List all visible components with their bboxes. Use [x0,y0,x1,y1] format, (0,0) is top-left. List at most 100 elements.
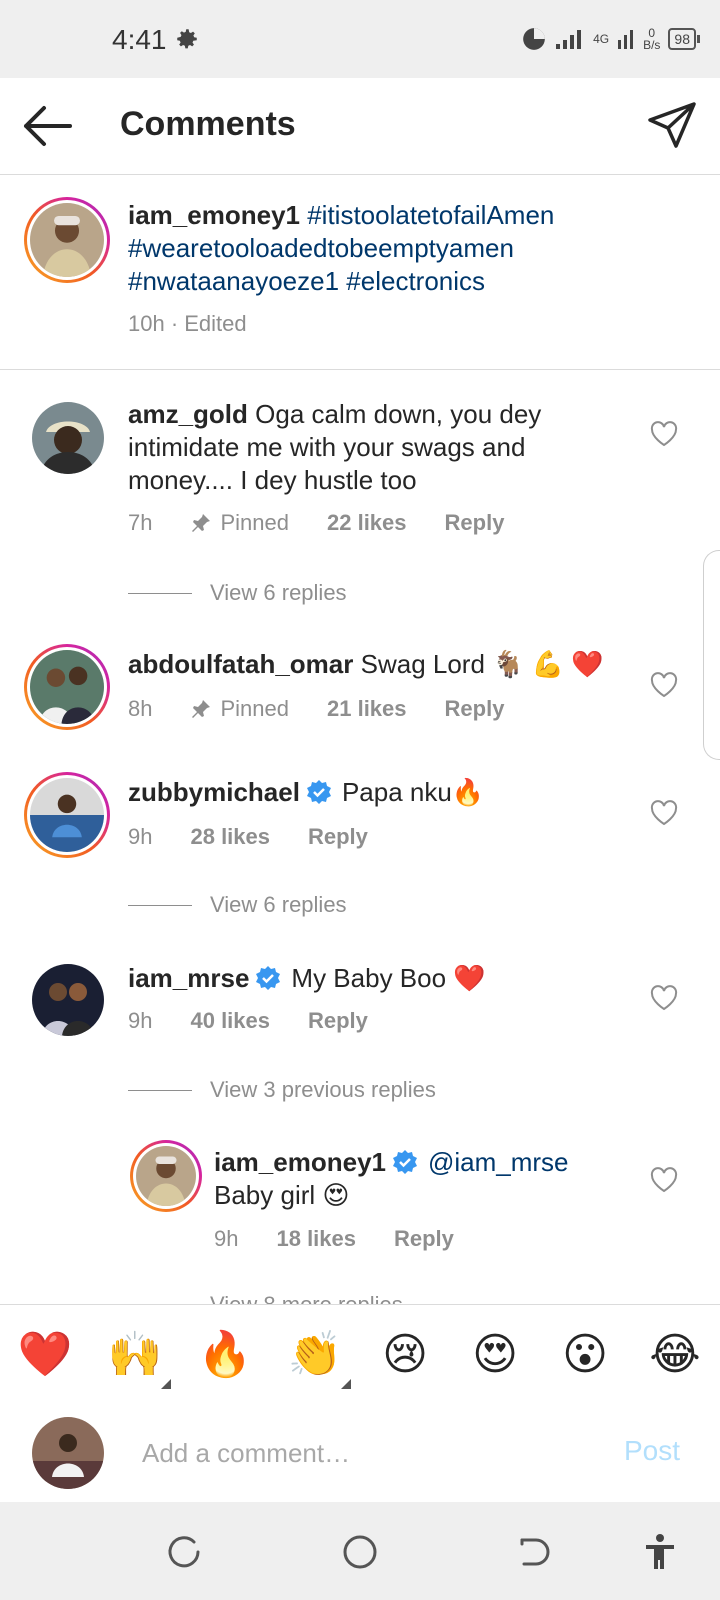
avatar-image [30,650,104,724]
gear-icon [177,29,197,49]
reply-username[interactable]: iam_emoney1 [214,1147,386,1177]
net-speed: 0 B/s [643,26,661,52]
pin-icon [192,514,211,532]
arrow-left-icon[interactable] [20,102,72,150]
comment-text: iam_mrse My Baby Boo ❤️ [128,962,608,995]
comment-composer: Post [0,1401,720,1501]
heart-outline-icon[interactable] [650,1167,678,1193]
divider-line [128,1089,192,1091]
recent-apps-icon[interactable] [164,1532,204,1572]
hashtag[interactable]: #itistoolatetofailAmen [307,200,554,230]
comment-username[interactable]: amz_gold [128,399,248,429]
comment-avatar[interactable] [24,644,110,730]
avatar-image [30,778,104,852]
emoji-button-raised-hands[interactable]: 🙌 [107,1327,171,1389]
current-user-avatar [32,1417,104,1489]
reply-button[interactable]: Reply [308,824,368,850]
reply-button[interactable]: Reply [308,1008,368,1034]
caption-username[interactable]: iam_emoney1 [128,200,300,230]
pin-icon [192,700,211,718]
post-button[interactable]: Post [624,1435,680,1467]
heart-outline-icon[interactable] [650,985,678,1011]
accessibility-icon[interactable] [640,1532,680,1572]
heart-outline-icon[interactable] [650,800,678,826]
verified-badge-icon [256,966,281,990]
view-replies-button[interactable]: View 6 replies [128,580,347,606]
comment-username[interactable]: zubbymichael [128,777,300,807]
comment-time: 8h [128,696,153,721]
skin-tone-indicator [161,1379,171,1389]
status-time: 4:41 [112,24,167,55]
emoji-button-surprised[interactable]: 😮 [557,1327,613,1383]
hashtag[interactable]: #electronics [346,266,485,296]
comment-time: 7h [128,510,153,535]
comment-meta: 9h 28 likes Reply [128,824,406,850]
view-replies-button[interactable]: View 6 replies [128,892,347,918]
view-previous-replies-button[interactable]: View 3 previous replies [128,1077,436,1103]
skin-tone-indicator [341,1379,351,1389]
reply-time: 9h [214,1226,239,1251]
caption-text: iam_emoney1 #itistoolatetofailAmen #wear… [128,199,688,298]
heart-outline-icon[interactable] [650,421,678,447]
reply-meta: 9h 18 likes Reply [214,1226,492,1252]
reply-body: Baby girl 😍 [214,1180,350,1210]
comment-text: amz_gold Oga calm down, you dey intimida… [128,398,588,497]
page-title: Comments [120,105,296,143]
comment-time: 9h [128,1008,153,1033]
avatar-image [30,203,104,277]
divider-line [128,904,192,906]
likes-count[interactable]: 21 likes [327,696,407,722]
comment-body: My Baby Boo ❤️ [291,963,486,993]
likes-count[interactable]: 18 likes [276,1226,356,1252]
comment-meta: 9h 40 likes Reply [128,1008,406,1034]
back-icon[interactable] [512,1532,552,1572]
comment-meta: 8h Pinned 21 likes Reply [128,696,542,722]
mention-link[interactable]: @iam_mrse [428,1147,569,1177]
comment-text: zubbymichael Papa nku🔥 [128,776,608,809]
caption-time: 10h · Edited [128,311,247,336]
likes-count[interactable]: 28 likes [190,824,270,850]
comment-body: Papa nku🔥 [341,777,485,807]
emoji-button-heart[interactable]: ❤️ [17,1327,73,1383]
emoji-button-fire[interactable]: 🔥 [197,1327,253,1383]
comment-body: Swag Lord 🐐 💪 ❤️ [360,649,604,679]
hashtag[interactable]: #nwataanayoeze1 [128,266,339,296]
hashtag[interactable]: #wearetooloadedtobeemptyamen [128,233,514,263]
quick-emoji-bar: ❤️ 🙌 🔥 👏 😢 😍 😮 😂 [0,1304,720,1402]
comment-username[interactable]: iam_mrse [128,963,249,993]
likes-count[interactable]: 40 likes [190,1008,270,1034]
reply-avatar[interactable] [130,1140,202,1212]
heart-outline-icon[interactable] [650,672,678,698]
side-panel-handle[interactable] [703,550,720,760]
emoji-button-crying[interactable]: 😢 [377,1327,433,1383]
likes-count[interactable]: 22 likes [327,510,407,536]
comment-text: abdoulfatah_omar Swag Lord 🐐 💪 ❤️ [128,648,628,681]
verified-badge-icon [392,1150,417,1174]
network-type: 4G [593,32,610,46]
post-caption: iam_emoney1 #itistoolatetofailAmen #wear… [0,175,720,370]
status-bar: 4:41 4G 0 B/s 98 [0,0,720,78]
divider-line [128,592,192,594]
emoji-button-heart-eyes[interactable]: 😍 [467,1327,523,1383]
emoji-button-clap[interactable]: 👏 [287,1327,351,1389]
reply-button[interactable]: Reply [445,696,505,722]
emoji-button-laughing[interactable]: 😂 [647,1327,703,1383]
caption-meta: 10h · Edited [128,311,285,337]
caption-avatar[interactable] [24,197,110,283]
reply-button[interactable]: Reply [394,1226,454,1252]
top-app-bar: Comments [0,78,720,175]
comment-username[interactable]: abdoulfatah_omar [128,649,353,679]
home-circle-icon[interactable] [340,1532,380,1572]
signal-2-icon [618,30,634,49]
comment-input[interactable] [140,1427,594,1479]
reply-text: iam_emoney1 @iam_mrse Baby girl 😍 [214,1146,624,1212]
data-saver-icon [523,28,545,50]
system-nav-bar [0,1502,720,1600]
comment-meta: 7h Pinned 22 likes Reply [128,510,542,536]
paper-plane-icon[interactable] [646,100,698,152]
comment-time: 9h [128,824,153,849]
comment-avatar[interactable] [32,964,104,1036]
comment-avatar[interactable] [24,772,110,858]
reply-button[interactable]: Reply [445,510,505,536]
comment-avatar[interactable] [32,402,104,474]
